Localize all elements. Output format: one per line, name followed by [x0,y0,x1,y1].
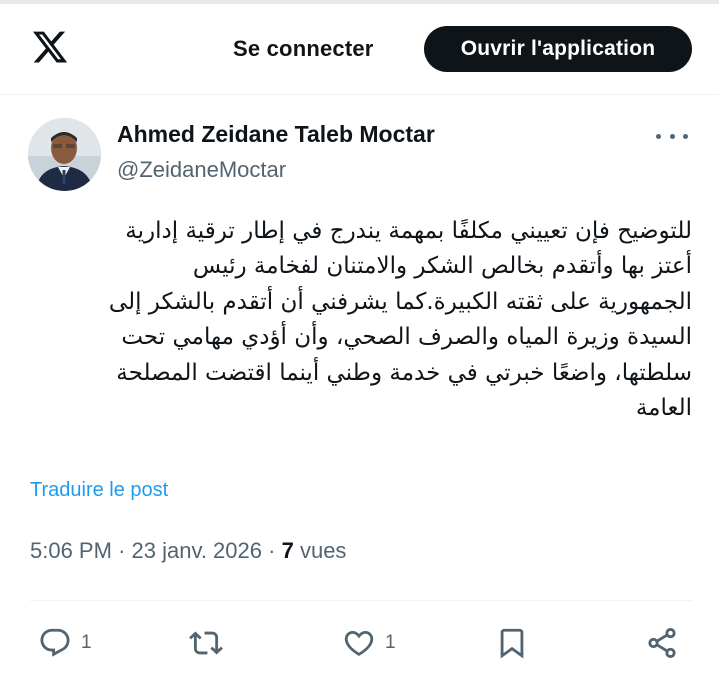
repost-button[interactable] [188,624,233,662]
like-count: 1 [385,632,396,653]
x-logo-icon[interactable] [30,28,70,66]
header-divider [0,94,719,95]
tweet-date[interactable]: 23 janv. 2026 [132,538,262,563]
translate-post-link[interactable]: Traduire le post [30,479,168,502]
reply-count: 1 [81,632,92,653]
share-icon [648,627,676,659]
bookmark-icon [500,628,524,659]
more-options-icon[interactable] [656,124,688,148]
avatar[interactable] [28,118,101,191]
meta-separator: · [268,538,276,563]
reply-button[interactable]: 1 [38,624,92,662]
like-button[interactable]: 1 [342,624,396,662]
actions-divider [30,600,692,601]
repost-icon [189,631,223,655]
views-label: vues [299,538,347,563]
open-app-button[interactable]: Ouvrir l'application [424,26,692,72]
author-handle[interactable]: @ZeidaneMoctar [117,157,286,183]
tweet-text: للتوضيح فإن تعييني مكلفًا بمهمة يندرج في… [108,218,692,422]
tweet-metadata: 5:06 PM · 23 janv. 2026 · 7 vues [30,538,346,564]
top-bar: Se connecter Ouvrir l'application [0,14,719,82]
reply-icon [40,628,70,657]
login-link[interactable]: Se connecter [233,36,374,62]
top-edge [0,0,719,4]
share-button[interactable] [645,624,679,662]
heart-icon [344,630,374,656]
bookmark-button[interactable] [495,624,529,662]
meta-separator: · [118,538,126,563]
tweet-time[interactable]: 5:06 PM [30,538,112,563]
views-count: 7 [281,538,294,563]
author-name[interactable]: Ahmed Zeidane Taleb Moctar [117,121,435,148]
